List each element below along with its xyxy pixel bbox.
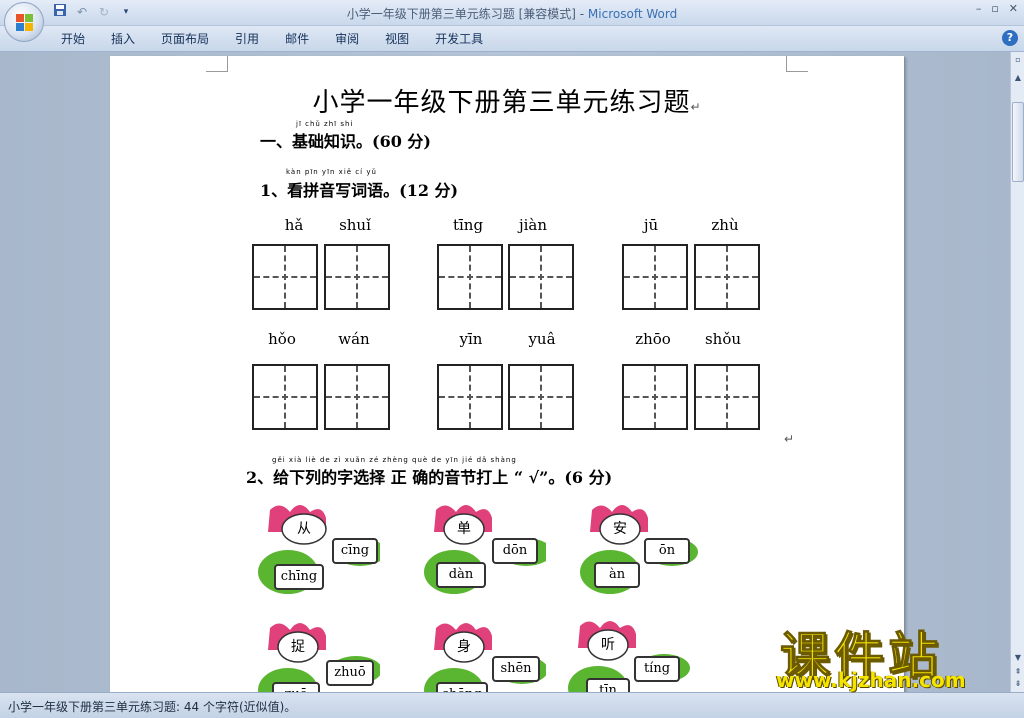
ribbon-tabs: 开始 插入 页面布局 引用 邮件 审阅 视图 开发工具 bbox=[48, 30, 496, 48]
paragraph-mark: ↵ bbox=[690, 100, 702, 114]
previous-page-icon[interactable]: ⇞ bbox=[1012, 666, 1024, 678]
lotus-option-item: 捉 zhuō zuō bbox=[250, 620, 380, 692]
title-bar: ↶ ↻ ▾ 小学一年级下册第三单元练习题 [兼容模式] - Microsoft … bbox=[0, 0, 1024, 42]
lotus-character: 身 bbox=[457, 639, 471, 655]
writing-box bbox=[252, 364, 318, 430]
writing-box bbox=[437, 244, 503, 310]
pinyin-option[interactable]: chīng bbox=[274, 564, 324, 590]
writing-box bbox=[694, 244, 760, 310]
lotus-option-item: 从 cīng chīng bbox=[250, 502, 380, 602]
pinyin-label: hǒo bbox=[268, 330, 296, 348]
pinyin-option[interactable]: dōn bbox=[492, 538, 538, 564]
writing-box bbox=[508, 364, 574, 430]
pinyin-option[interactable]: shēn bbox=[492, 656, 540, 682]
pinyin-label: shǒu bbox=[704, 330, 742, 348]
tab-view[interactable]: 视图 bbox=[372, 30, 422, 48]
crop-mark-top-right bbox=[786, 56, 808, 72]
paragraph-mark: ↵ bbox=[784, 432, 795, 446]
tab-developer[interactable]: 开发工具 bbox=[422, 30, 496, 48]
pinyin-option[interactable]: zuō bbox=[272, 682, 320, 692]
vertical-scrollbar[interactable]: ▫ ▲ ▼ ⇞ ⇟ bbox=[1010, 52, 1024, 692]
site-watermark: 课件站 www.kjzhan.com bbox=[770, 616, 1010, 693]
restore-icon[interactable]: ▫ bbox=[991, 2, 998, 15]
pinyin-label: hǎ bbox=[284, 216, 304, 234]
ribbon: 开始 插入 页面布局 引用 邮件 审阅 视图 开发工具 ? bbox=[0, 26, 1024, 52]
q1-ruby: kàn pīn yīn xiě cí yǔ bbox=[286, 168, 377, 176]
status-bar: 小学一年级下册第三单元练习题: 44 个字符(近似值)。 bbox=[0, 692, 1024, 718]
writing-box bbox=[694, 364, 760, 430]
pinyin-option[interactable]: ōn bbox=[644, 538, 690, 564]
writing-box bbox=[508, 244, 574, 310]
pinyin-option[interactable]: shēng bbox=[436, 682, 488, 692]
tab-references[interactable]: 引用 bbox=[222, 30, 272, 48]
window-controls: – ▫ ✕ bbox=[976, 2, 1018, 15]
pinyin-option[interactable]: dàn bbox=[436, 562, 486, 588]
lotus-option-item: 听 tíng tīn bbox=[560, 618, 690, 692]
lotus-option-item: 单 dōn dàn bbox=[416, 502, 546, 602]
document-title: 小学一年级下册第三单元练习题↵ bbox=[312, 88, 702, 118]
writing-box bbox=[622, 364, 688, 430]
watermark-url: www.kjzhan.com bbox=[776, 668, 966, 692]
writing-box bbox=[622, 244, 688, 310]
help-icon[interactable]: ? bbox=[1002, 30, 1018, 46]
writing-box bbox=[324, 364, 390, 430]
writing-box bbox=[437, 364, 503, 430]
lotus-character: 从 bbox=[297, 521, 311, 537]
q1-heading: 1、看拼音写词语。(12 分) bbox=[260, 181, 459, 200]
office-button[interactable] bbox=[4, 2, 44, 42]
pinyin-option[interactable]: zhuō bbox=[326, 660, 374, 686]
scroll-thumb[interactable] bbox=[1012, 102, 1024, 182]
ruler-toggle-icon[interactable]: ▫ bbox=[1012, 54, 1024, 66]
pinyin-label: tīng bbox=[452, 216, 484, 234]
tab-mailings[interactable]: 邮件 bbox=[272, 30, 322, 48]
tab-page-layout[interactable]: 页面布局 bbox=[148, 30, 222, 48]
pinyin-label: jiàn bbox=[518, 216, 548, 234]
pinyin-label: zhù bbox=[711, 216, 739, 234]
status-text: 小学一年级下册第三单元练习题: 44 个字符(近似值)。 bbox=[8, 700, 297, 714]
lotus-character: 捉 bbox=[291, 639, 305, 655]
lotus-character: 听 bbox=[601, 637, 615, 653]
tab-insert[interactable]: 插入 bbox=[98, 30, 148, 48]
lotus-character: 单 bbox=[457, 521, 471, 537]
scroll-down-icon[interactable]: ▼ bbox=[1012, 652, 1024, 664]
pinyin-option[interactable]: cīng bbox=[332, 538, 378, 564]
pinyin-option[interactable]: tīn bbox=[586, 678, 630, 692]
pinyin-label: yīn bbox=[459, 330, 483, 348]
writing-box bbox=[324, 244, 390, 310]
next-page-icon[interactable]: ⇟ bbox=[1012, 678, 1024, 690]
lotus-option-item: 安 ōn àn bbox=[572, 502, 702, 602]
pinyin-label: wán bbox=[338, 330, 370, 348]
crop-mark-top-left bbox=[206, 56, 228, 72]
section1-heading: 一、基础知识。(60 分) bbox=[260, 132, 431, 151]
pinyin-label: shuǐ bbox=[339, 216, 371, 234]
scroll-up-icon[interactable]: ▲ bbox=[1012, 72, 1024, 84]
window-title: 小学一年级下册第三单元练习题 [兼容模式] - Microsoft Word bbox=[346, 7, 678, 21]
close-icon[interactable]: ✕ bbox=[1009, 2, 1018, 15]
q2-ruby: gěi xià liè de zì xuǎn zé zhèng què de y… bbox=[272, 456, 517, 464]
document-page[interactable]: 小学一年级下册第三单元练习题↵ jī chǔ zhī shi 一、基础知识。(6… bbox=[110, 56, 904, 692]
pinyin-option[interactable]: àn bbox=[594, 562, 640, 588]
writing-box bbox=[252, 244, 318, 310]
q2-heading: 2、给下列的字选择 正 确的音节打上 “ √”。(6 分) bbox=[246, 468, 613, 487]
tab-home[interactable]: 开始 bbox=[48, 30, 98, 48]
pinyin-option[interactable]: tíng bbox=[634, 656, 680, 682]
pinyin-label: jū bbox=[643, 216, 659, 234]
minimize-icon[interactable]: – bbox=[976, 2, 982, 15]
document-workspace: 小学一年级下册第三单元练习题↵ jī chǔ zhī shi 一、基础知识。(6… bbox=[0, 52, 1010, 692]
section1-ruby: jī chǔ zhī shi bbox=[296, 120, 354, 128]
lotus-character: 安 bbox=[613, 521, 627, 537]
pinyin-label: yuâ bbox=[528, 330, 556, 348]
tab-review[interactable]: 审阅 bbox=[322, 30, 372, 48]
pinyin-label: zhōo bbox=[635, 330, 671, 348]
office-logo-icon bbox=[16, 14, 34, 32]
lotus-option-item: 身 shēn shēng bbox=[416, 620, 546, 692]
